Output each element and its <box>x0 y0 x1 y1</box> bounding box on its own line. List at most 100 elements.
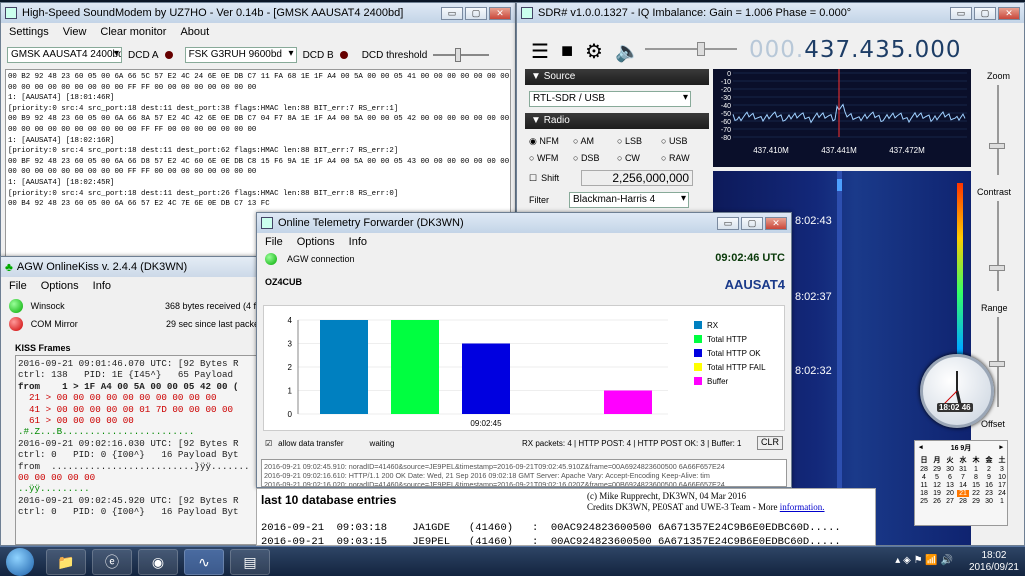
calendar-day[interactable]: 16 <box>983 482 995 489</box>
menu-file[interactable]: File <box>265 236 283 248</box>
calendar-day[interactable]: 25 <box>918 498 930 505</box>
calendar-day[interactable]: 26 <box>931 498 943 505</box>
mode-am-radio[interactable]: ○ AM <box>573 136 613 147</box>
maximize-button[interactable]: ▢ <box>974 6 996 20</box>
contrast-knob[interactable] <box>989 265 1005 271</box>
menu-file[interactable]: File <box>9 280 27 292</box>
calendar-day[interactable]: 17 <box>996 482 1008 489</box>
mode-raw-radio[interactable]: ○ RAW <box>661 153 701 163</box>
ie-taskbar-icon[interactable]: ⓔ <box>92 549 132 575</box>
calendar-day[interactable]: 27 <box>944 498 956 505</box>
taskbar-clock[interactable]: 18:02 2016/09/21 <box>969 550 1019 574</box>
calendar-day[interactable]: 22 <box>970 490 982 497</box>
calendar-day[interactable]: 29 <box>970 498 982 505</box>
mode-cw-radio[interactable]: ○ CW <box>617 153 657 163</box>
soundmodem-titlebar[interactable]: High-Speed SoundModem by UZ7HO - Ver 0.1… <box>1 3 515 23</box>
speaker-icon[interactable]: 🔈 <box>615 39 640 64</box>
calendar-day[interactable]: 7 <box>957 474 969 481</box>
app-taskbar-icon[interactable]: ▤ <box>230 549 270 575</box>
spectrum-display[interactable]: 0 -10 -20 -30 -40 -50 -60 -70 -80 437.410M 437.441… <box>713 69 971 167</box>
calendar-day[interactable]: 4 <box>918 474 930 481</box>
menu-clear-monitor[interactable]: Clear monitor <box>100 26 166 38</box>
menu-settings[interactable]: Settings <box>9 26 49 38</box>
calendar-day[interactable]: 29 <box>931 466 943 473</box>
close-button[interactable]: ✕ <box>765 216 787 230</box>
volume-slider[interactable] <box>645 42 737 56</box>
maximize-button[interactable]: ▢ <box>465 6 487 20</box>
sdr-titlebar[interactable]: SDR# v1.0.0.1327 - IQ Imbalance: Gain = … <box>517 3 1024 23</box>
calendar-day[interactable]: 24 <box>996 490 1008 497</box>
calendar-day[interactable]: 30 <box>944 466 956 473</box>
calendar-day[interactable]: 13 <box>944 482 956 489</box>
menu-hamburger-icon[interactable]: ☰ <box>531 39 549 64</box>
modem-a-select[interactable]: GMSK AAUSAT4 2400bd <box>7 47 122 63</box>
calendar-day[interactable]: 11 <box>918 482 930 489</box>
close-button[interactable]: ✕ <box>998 6 1020 20</box>
radio-panel-header[interactable]: ▼ Radio <box>525 113 709 129</box>
otf-http-log[interactable]: 2016-09-21 09:02:45.910: noradID=41460&s… <box>261 459 787 487</box>
calendar-day[interactable]: 2 <box>983 466 995 473</box>
calendar-day[interactable]: 19 <box>931 490 943 497</box>
calendar-day[interactable]: 6 <box>944 474 956 481</box>
calendar-day[interactable]: 3 <box>996 466 1008 473</box>
stop-icon[interactable]: ■ <box>561 40 573 63</box>
shift-input[interactable]: 2,256,000,000 <box>581 170 694 186</box>
minimize-button[interactable]: ▭ <box>441 6 463 20</box>
sdr-taskbar-icon[interactable]: ∿ <box>184 549 224 575</box>
mode-dsb-radio[interactable]: ○ DSB <box>573 153 613 163</box>
calendar-day[interactable]: 31 <box>957 466 969 473</box>
clock-gadget[interactable]: 18:02 46 <box>920 354 994 428</box>
calendar-day[interactable]: 8 <box>970 474 982 481</box>
maximize-button[interactable]: ▢ <box>741 216 763 230</box>
calendar-day[interactable]: 5 <box>931 474 943 481</box>
mode-nfm-radio[interactable]: ◉ NFM <box>529 136 569 147</box>
source-panel-header[interactable]: ▼ Source <box>525 69 709 85</box>
kiss-frames-log[interactable]: 2016-09-21 09:01:46.070 UTC: [92 Bytes R… <box>15 355 257 545</box>
allow-transfer-checkbox[interactable]: ☑ <box>265 439 272 448</box>
calendar-day[interactable]: 1 <box>996 498 1008 505</box>
calendar-day[interactable]: 9 <box>983 474 995 481</box>
calendar-day[interactable]: 28 <box>918 466 930 473</box>
calendar-day[interactable]: 12 <box>931 482 943 489</box>
agw-titlebar[interactable]: ♣ AGW OnlineKiss v. 2.4.4 (DK3WN) <box>1 257 257 277</box>
contrast-slider[interactable] <box>997 201 999 291</box>
calendar-day[interactable]: 28 <box>957 498 969 505</box>
calendar-day[interactable]: 21 <box>957 490 969 497</box>
menu-about[interactable]: About <box>180 26 209 38</box>
range-knob[interactable] <box>989 361 1005 367</box>
credits-info-link[interactable]: information. <box>780 502 825 512</box>
calendar-next-icon[interactable]: ▸ <box>999 443 1003 453</box>
explorer-taskbar-icon[interactable]: 📁 <box>46 549 86 575</box>
filter-select[interactable]: Blackman-Harris 4 <box>569 192 689 208</box>
minimize-button[interactable]: ▭ <box>950 6 972 20</box>
tray-icons[interactable]: ▴ ◈ ⚑ 📶 🔊 <box>895 555 953 566</box>
modem-b-select[interactable]: FSK G3RUH 9600bd <box>184 47 297 63</box>
calendar-day[interactable]: 15 <box>970 482 982 489</box>
menu-info[interactable]: Info <box>93 280 111 292</box>
start-button[interactable] <box>6 548 34 576</box>
calendar-day[interactable]: 23 <box>983 490 995 497</box>
calendar-day[interactable]: 1 <box>970 466 982 473</box>
frequency-display[interactable]: 000.437.435.000 <box>749 37 962 63</box>
firefox-taskbar-icon[interactable]: ◉ <box>138 549 178 575</box>
zoom-slider[interactable] <box>997 85 999 175</box>
calendar-day[interactable]: 14 <box>957 482 969 489</box>
minimize-button[interactable]: ▭ <box>717 216 739 230</box>
shift-checkbox[interactable]: ☐ <box>529 173 537 184</box>
calendar-day[interactable]: 30 <box>983 498 995 505</box>
calendar-day[interactable]: 10 <box>996 474 1008 481</box>
menu-options[interactable]: Options <box>41 280 79 292</box>
clr-button[interactable]: CLR <box>757 436 783 450</box>
mode-wfm-radio[interactable]: ○ WFM <box>529 153 569 163</box>
close-button[interactable]: ✕ <box>489 6 511 20</box>
calendar-day[interactable]: 20 <box>944 490 956 497</box>
menu-view[interactable]: View <box>63 26 87 38</box>
menu-info[interactable]: Info <box>349 236 367 248</box>
calendar-prev-icon[interactable]: ◂ <box>919 443 923 453</box>
gear-icon[interactable]: ⚙ <box>585 39 603 64</box>
otf-titlebar[interactable]: Online Telemetry Forwarder (DK3WN) ▭ ▢ ✕ <box>257 213 791 233</box>
calendar-day[interactable]: 18 <box>918 490 930 497</box>
source-device-select[interactable]: RTL-SDR / USB <box>529 91 691 107</box>
dcd-threshold-slider[interactable] <box>433 48 490 62</box>
mode-lsb-radio[interactable]: ○ LSB <box>617 136 657 147</box>
